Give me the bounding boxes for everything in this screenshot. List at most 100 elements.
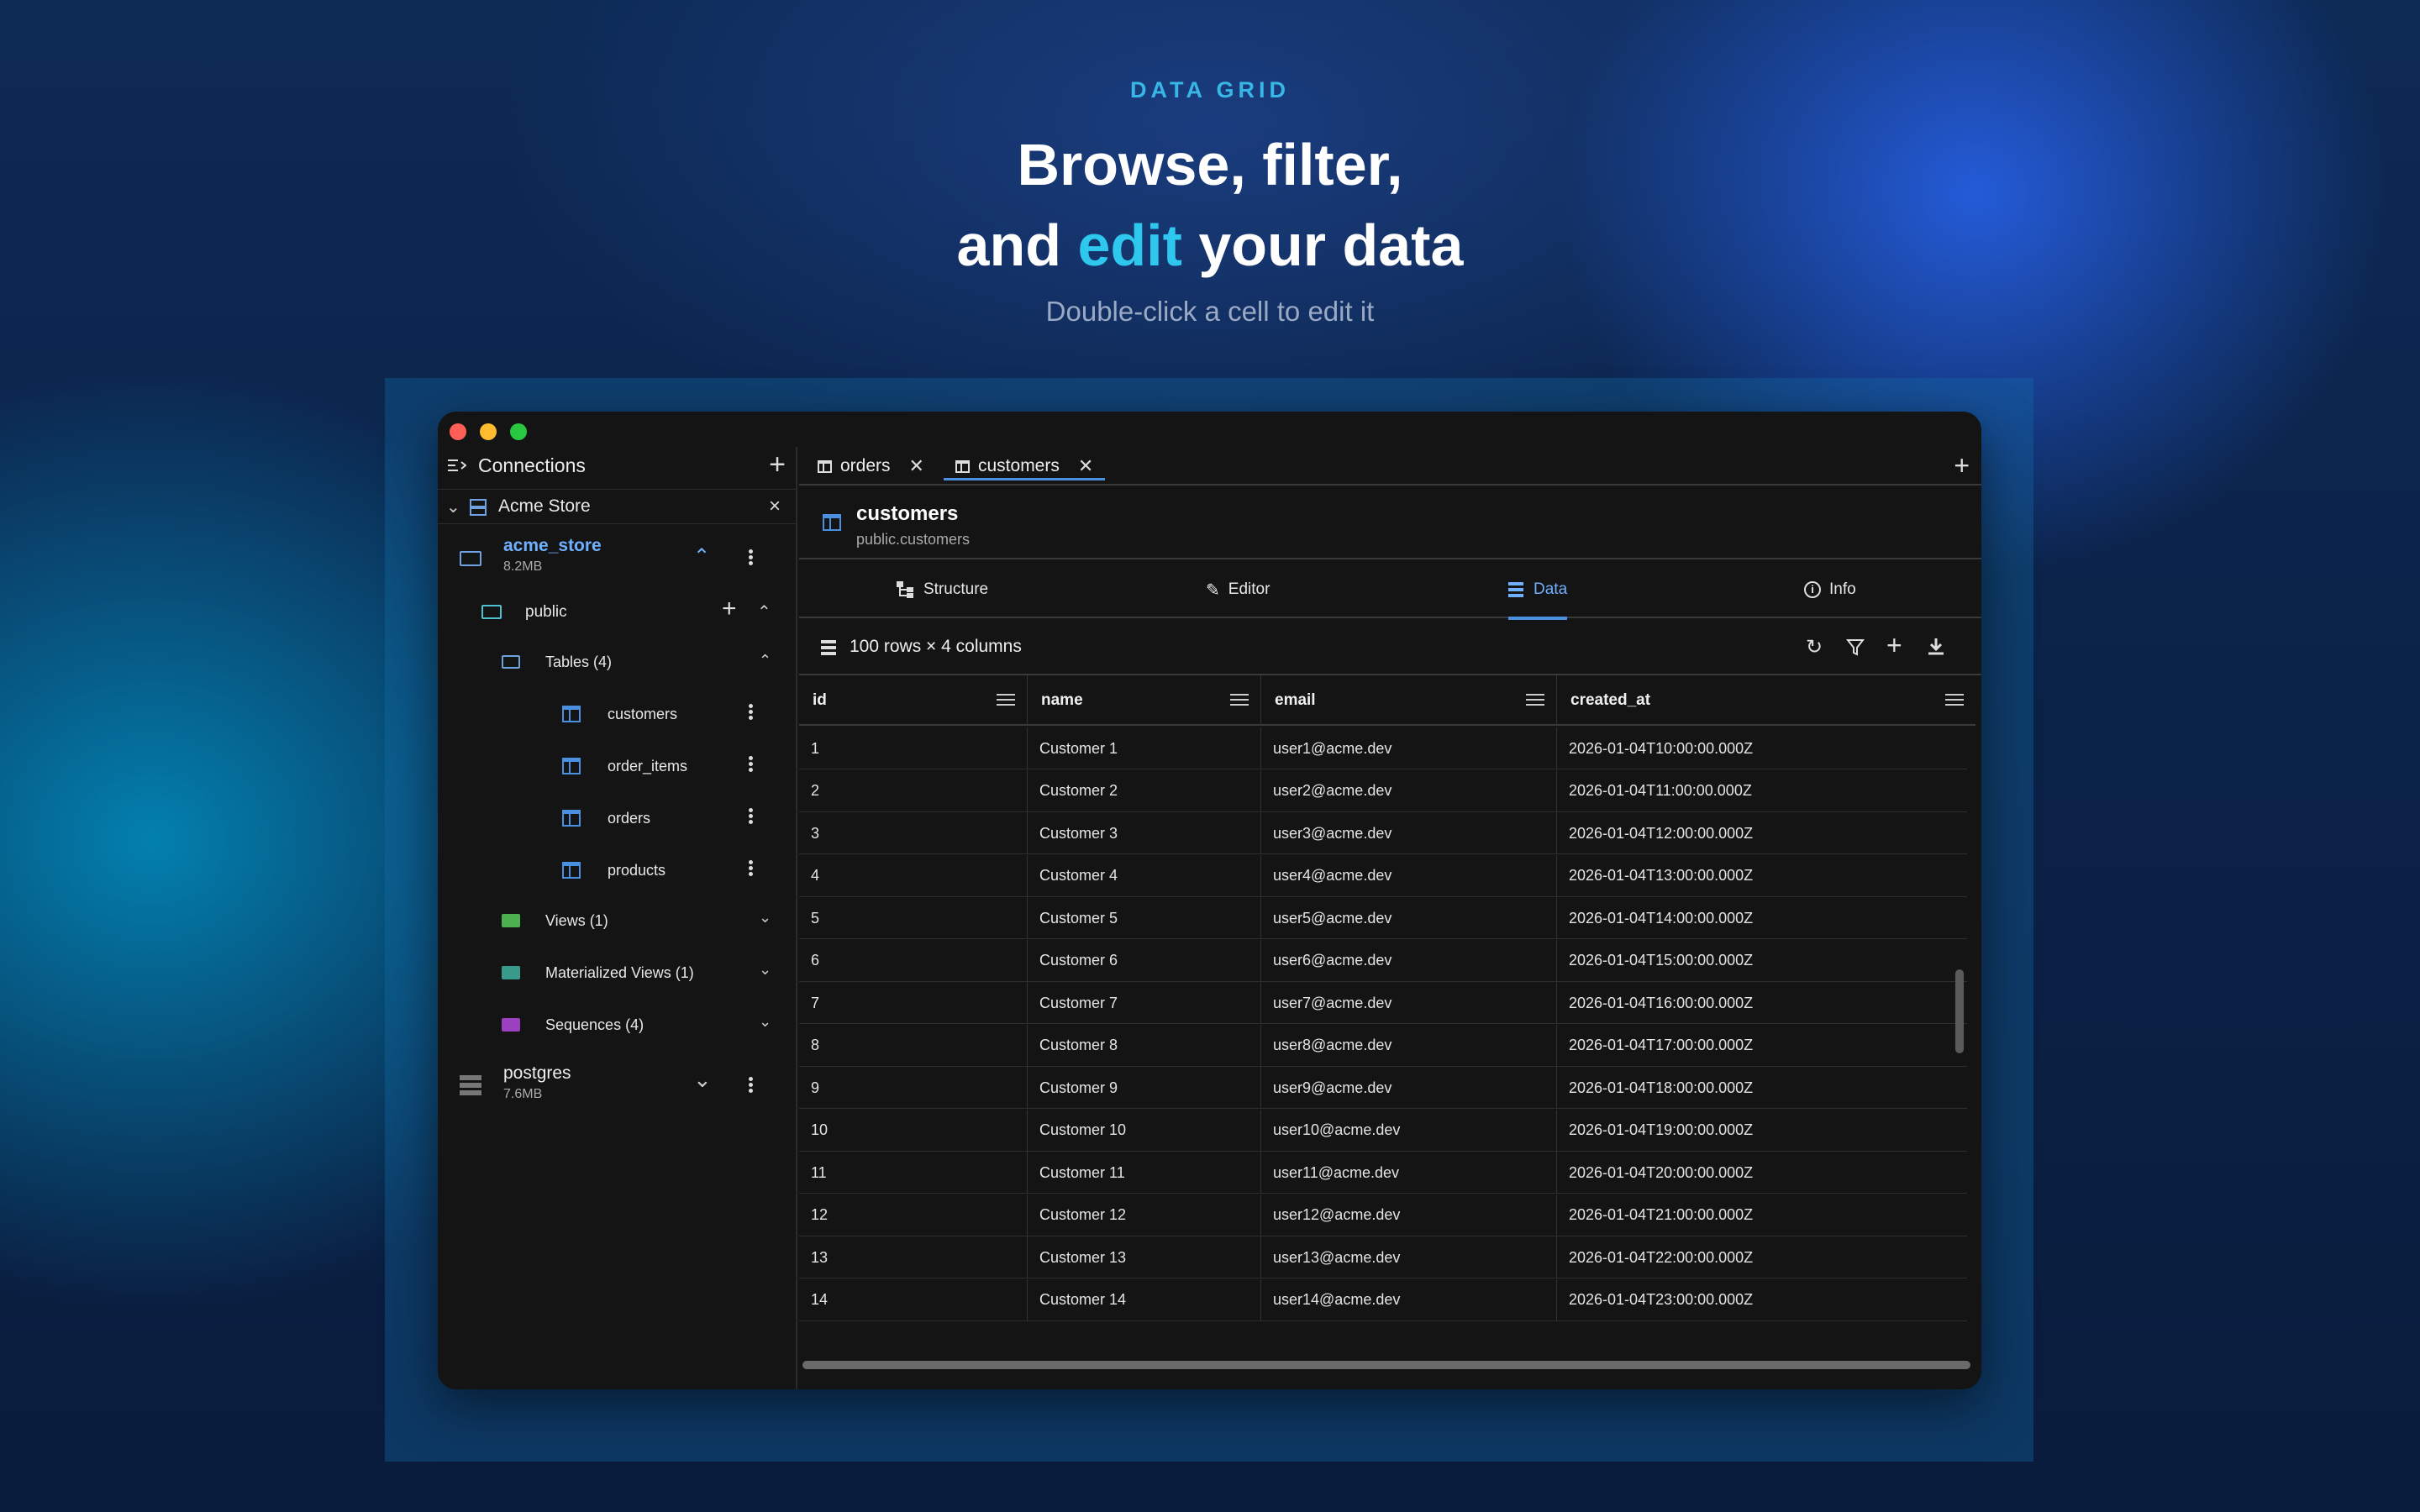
grid-cell-email[interactable]: user10@acme.dev [1261,1109,1557,1152]
grid-cell-created-at[interactable]: 2026-01-04T10:00:00.000Z [1557,727,1975,769]
grid-cell-name[interactable]: Customer 11 [1028,1152,1261,1194]
table-row[interactable]: 4 Customer 4 user4@acme.dev 2026-01-04T13:0… [799,854,1967,897]
grid-cell-name[interactable]: Customer 4 [1028,854,1261,897]
grid-cell-id[interactable]: 5 [799,897,1028,939]
new-tab-button[interactable]: + [1954,452,1970,479]
more-icon[interactable] [749,754,754,774]
tab-structure[interactable]: Structure [897,561,988,618]
grid-cell-created-at[interactable]: 2026-01-04T13:00:00.000Z [1557,855,1975,897]
tab-data[interactable]: Data [1508,561,1568,620]
grid-cell-name[interactable]: Customer 10 [1028,1109,1261,1152]
connection-row[interactable]: ⌄ Acme Store × [438,489,796,524]
grid-cell-name[interactable]: Customer 13 [1028,1236,1261,1278]
table-row[interactable]: 11 Customer 11 user11@acme.dev 2026-01-04T2… [799,1152,1967,1194]
grid-cell-id[interactable]: 12 [799,1194,1028,1236]
table-row[interactable]: 13 Customer 13 user13@acme.dev 2026-01-04T2… [799,1236,1967,1278]
chevron-down-icon[interactable]: ⌄ [446,496,460,517]
grid-cell-id[interactable]: 11 [799,1152,1028,1194]
chevron-up-icon[interactable]: ⌃ [693,544,710,569]
grid-cell-created-at[interactable]: 2026-01-04T19:00:00.000Z [1557,1110,1975,1152]
chevron-up-icon[interactable]: ⌃ [757,601,771,622]
more-icon[interactable] [749,858,754,878]
table-row[interactable]: 6 Customer 6 user6@acme.dev 2026-01-04T15:0… [799,939,1967,982]
grid-cell-created-at[interactable]: 2026-01-04T21:00:00.000Z [1557,1194,1975,1236]
more-icon[interactable] [749,1075,754,1095]
refresh-icon[interactable]: ↻ [1806,635,1823,659]
grid-cell-name[interactable]: Customer 7 [1028,982,1261,1024]
grid-cell-id[interactable]: 4 [799,854,1028,897]
tab-editor[interactable]: ✎ Editor [1206,561,1270,618]
grid-cell-id[interactable]: 9 [799,1067,1028,1109]
chevron-up-icon[interactable]: ⌃ [759,652,771,669]
grid-cell-name[interactable]: Customer 2 [1028,769,1261,812]
close-tab-icon[interactable]: ✕ [1078,455,1093,477]
column-header-id[interactable]: id [799,675,1028,726]
grid-cell-email[interactable]: user12@acme.dev [1261,1194,1557,1236]
column-header-email[interactable]: email [1261,675,1557,726]
column-menu-icon[interactable] [1945,694,1964,709]
grid-cell-created-at[interactable]: 2026-01-04T23:00:00.000Z [1557,1279,1975,1321]
table-row[interactable]: 14 Customer 14 user14@acme.dev 2026-01-04T2… [799,1278,1967,1321]
grid-cell-created-at[interactable]: 2026-01-04T14:00:00.000Z [1557,897,1975,939]
grid-cell-created-at[interactable]: 2026-01-04T16:00:00.000Z [1557,982,1975,1024]
chevron-down-icon[interactable]: ⌄ [759,961,771,979]
table-row[interactable]: 1 Customer 1 user1@acme.dev 2026-01-04T10:0… [799,727,1967,769]
grid-cell-name[interactable]: Customer 12 [1028,1194,1261,1236]
grid-cell-email[interactable]: user14@acme.dev [1261,1278,1557,1321]
horizontal-scrollbar[interactable] [802,1361,1970,1369]
database-row-postgres[interactable]: postgres 7.6MB ⌄ [438,1055,796,1114]
grid-cell-email[interactable]: user2@acme.dev [1261,769,1557,812]
table-row[interactable]: 5 Customer 5 user5@acme.dev 2026-01-04T14:0… [799,897,1967,939]
table-item-order-items[interactable]: order_items [438,746,796,788]
close-connection-button[interactable]: × [769,495,781,518]
grid-cell-id[interactable]: 13 [799,1236,1028,1278]
grid-cell-email[interactable]: user4@acme.dev [1261,854,1557,897]
add-object-button[interactable]: + [722,596,737,622]
table-row[interactable]: 2 Customer 2 user2@acme.dev 2026-01-04T11:0… [799,769,1967,812]
grid-cell-email[interactable]: user7@acme.dev [1261,982,1557,1024]
grid-cell-id[interactable]: 7 [799,982,1028,1024]
column-menu-icon[interactable] [1230,694,1249,709]
grid-cell-email[interactable]: user5@acme.dev [1261,897,1557,939]
grid-cell-created-at[interactable]: 2026-01-04T17:00:00.000Z [1557,1025,1975,1067]
minimize-window-button[interactable] [480,423,497,440]
grid-cell-email[interactable]: user9@acme.dev [1261,1067,1557,1109]
views-group-row[interactable]: Views (1) ⌄ [438,900,796,942]
chevron-down-icon[interactable]: ⌄ [693,1067,712,1093]
grid-cell-created-at[interactable]: 2026-01-04T15:00:00.000Z [1557,940,1975,982]
tab-info[interactable]: i Info [1804,561,1856,618]
grid-cell-created-at[interactable]: 2026-01-04T20:00:00.000Z [1557,1152,1975,1194]
grid-cell-id[interactable]: 3 [799,812,1028,854]
grid-cell-id[interactable]: 1 [799,727,1028,769]
grid-cell-name[interactable]: Customer 5 [1028,897,1261,939]
grid-cell-id[interactable]: 2 [799,769,1028,812]
grid-cell-email[interactable]: user8@acme.dev [1261,1024,1557,1067]
table-item-products[interactable]: products [438,850,796,892]
table-row[interactable]: 8 Customer 8 user8@acme.dev 2026-01-04T17:0… [799,1024,1967,1067]
grid-cell-name[interactable]: Customer 8 [1028,1024,1261,1067]
tab-customers[interactable]: customers ✕ [943,447,1106,486]
grid-cell-created-at[interactable]: 2026-01-04T12:00:00.000Z [1557,812,1975,854]
grid-cell-email[interactable]: user3@acme.dev [1261,812,1557,854]
table-row[interactable]: 10 Customer 10 user10@acme.dev 2026-01-04T1… [799,1109,1967,1152]
more-icon[interactable] [749,548,754,567]
grid-cell-id[interactable]: 8 [799,1024,1028,1067]
schema-row-public[interactable]: public + ⌃ [438,591,796,633]
column-menu-icon[interactable] [997,694,1015,709]
add-connection-button[interactable]: + [769,450,786,479]
table-row[interactable]: 3 Customer 3 user3@acme.dev 2026-01-04T12:0… [799,812,1967,854]
grid-cell-name[interactable]: Customer 1 [1028,727,1261,769]
grid-cell-email[interactable]: user11@acme.dev [1261,1152,1557,1194]
grid-cell-created-at[interactable]: 2026-01-04T18:00:00.000Z [1557,1067,1975,1109]
chevron-down-icon[interactable]: ⌄ [759,909,771,927]
column-menu-icon[interactable] [1526,694,1544,709]
grid-cell-id[interactable]: 14 [799,1278,1028,1321]
close-tab-icon[interactable]: ✕ [909,455,924,477]
table-item-customers[interactable]: customers [438,694,796,736]
tab-orders[interactable]: orders ✕ [818,447,924,486]
tables-group-row[interactable]: Tables (4) ⌃ [438,642,796,684]
column-header-created-at[interactable]: created_at [1557,675,1975,726]
grid-cell-email[interactable]: user6@acme.dev [1261,939,1557,982]
table-row[interactable]: 12 Customer 12 user12@acme.dev 2026-01-04T2… [799,1194,1967,1236]
filter-icon[interactable] [1846,638,1865,657]
